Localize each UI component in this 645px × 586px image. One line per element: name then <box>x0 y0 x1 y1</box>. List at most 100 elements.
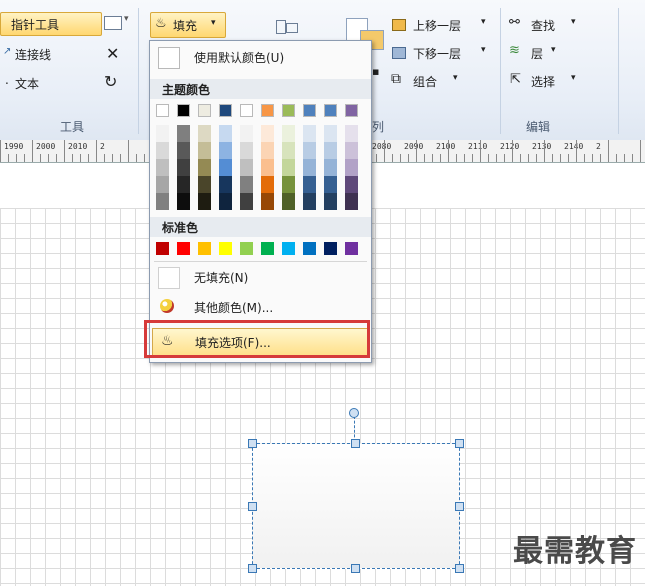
ruler-label: 2140 <box>564 142 584 151</box>
resize-handle[interactable] <box>248 564 257 573</box>
theme-shade-swatch[interactable] <box>219 176 232 193</box>
theme-shade-swatch[interactable] <box>198 142 211 159</box>
theme-color-swatch[interactable] <box>282 104 295 117</box>
pointer-tool-button[interactable]: 指针工具 <box>0 12 102 36</box>
standard-color-swatch[interactable] <box>240 242 253 255</box>
theme-shade-swatch[interactable] <box>219 142 232 159</box>
find-button[interactable]: ⚯ 查找 ▾ <box>506 14 582 36</box>
resize-handle[interactable] <box>455 564 464 573</box>
select-button[interactable]: ⇱ 选择 ▾ <box>506 70 582 92</box>
theme-shade-swatch[interactable] <box>177 125 190 142</box>
theme-shade-swatch[interactable] <box>324 159 337 176</box>
align-icon[interactable] <box>272 20 300 34</box>
connector-button[interactable]: ↗ 连接线 <box>0 42 87 66</box>
theme-shade-swatch[interactable] <box>177 193 190 210</box>
resize-handle[interactable] <box>248 502 257 511</box>
theme-shade-swatch[interactable] <box>303 193 316 210</box>
theme-color-swatch[interactable] <box>156 104 169 117</box>
theme-shade-swatch[interactable] <box>324 125 337 142</box>
standard-color-swatch[interactable] <box>345 242 358 255</box>
theme-shade-swatch[interactable] <box>261 159 274 176</box>
theme-shade-swatch[interactable] <box>240 142 253 159</box>
theme-shade-swatch[interactable] <box>345 125 358 142</box>
theme-shade-swatch[interactable] <box>240 176 253 193</box>
theme-shade-swatch[interactable] <box>156 176 169 193</box>
theme-shade-swatch[interactable] <box>303 176 316 193</box>
rectangle-tool-icon[interactable] <box>104 16 122 30</box>
resize-handle[interactable] <box>248 439 257 448</box>
theme-shade-swatch[interactable] <box>198 125 211 142</box>
standard-color-swatch[interactable] <box>324 242 337 255</box>
theme-shade-swatch[interactable] <box>282 125 295 142</box>
binoculars-icon: ⚯ <box>509 15 520 30</box>
close-icon[interactable]: ✕ <box>106 44 119 63</box>
resize-handle[interactable] <box>455 502 464 511</box>
theme-shade-swatch[interactable] <box>198 159 211 176</box>
theme-color-swatch[interactable] <box>324 104 337 117</box>
standard-color-swatch[interactable] <box>282 242 295 255</box>
standard-color-swatch[interactable] <box>219 242 232 255</box>
theme-shade-swatch[interactable] <box>324 193 337 210</box>
theme-shade-swatch[interactable] <box>345 176 358 193</box>
group-button[interactable]: ⧉ 组合 ▾ <box>388 70 470 92</box>
more-colors-item[interactable]: 其他颜色(M)... <box>150 295 371 319</box>
bring-forward-button[interactable]: 上移一层 ▾ <box>388 14 494 36</box>
theme-shade-swatch[interactable] <box>219 125 232 142</box>
chevron-down-icon[interactable]: ▾ <box>124 14 129 24</box>
fill-button[interactable]: ♨ 填充 ▾ <box>150 12 226 38</box>
theme-shade-swatch[interactable] <box>345 193 358 210</box>
theme-shade-swatch[interactable] <box>324 142 337 159</box>
theme-shade-swatch[interactable] <box>219 159 232 176</box>
theme-shade-swatch[interactable] <box>156 125 169 142</box>
theme-color-swatch[interactable] <box>303 104 316 117</box>
theme-shade-swatch[interactable] <box>156 159 169 176</box>
send-backward-button[interactable]: 下移一层 ▾ <box>388 42 494 64</box>
theme-shade-swatch[interactable] <box>261 193 274 210</box>
standard-color-swatch[interactable] <box>303 242 316 255</box>
no-fill-item[interactable]: 无填充(N) <box>150 265 371 289</box>
theme-shade-swatch[interactable] <box>219 193 232 210</box>
theme-shade-swatch[interactable] <box>156 193 169 210</box>
theme-shade-swatch[interactable] <box>261 176 274 193</box>
resize-handle[interactable] <box>455 439 464 448</box>
theme-shade-swatch[interactable] <box>282 193 295 210</box>
theme-shade-swatch[interactable] <box>177 142 190 159</box>
selected-rectangle-shape[interactable] <box>248 439 464 573</box>
theme-shade-swatch[interactable] <box>177 176 190 193</box>
theme-color-swatch[interactable] <box>240 104 253 117</box>
theme-shade-swatch[interactable] <box>303 159 316 176</box>
standard-color-swatch[interactable] <box>156 242 169 255</box>
theme-color-swatch[interactable] <box>177 104 190 117</box>
text-tool-button[interactable]: . 文本 <box>0 70 87 94</box>
theme-shade-swatch[interactable] <box>240 159 253 176</box>
theme-color-swatch[interactable] <box>261 104 274 117</box>
theme-shade-swatch[interactable] <box>240 125 253 142</box>
theme-shade-swatch[interactable] <box>261 142 274 159</box>
theme-shade-swatch[interactable] <box>303 125 316 142</box>
rotation-handle[interactable] <box>349 408 359 418</box>
theme-shade-swatch[interactable] <box>177 159 190 176</box>
theme-shade-swatch[interactable] <box>240 193 253 210</box>
resize-handle[interactable] <box>351 439 360 448</box>
theme-color-swatch[interactable] <box>219 104 232 117</box>
standard-color-swatch[interactable] <box>177 242 190 255</box>
rotate-icon[interactable]: ↻ <box>104 72 117 91</box>
theme-shade-swatch[interactable] <box>324 176 337 193</box>
theme-shade-swatch[interactable] <box>282 159 295 176</box>
theme-shade-swatch[interactable] <box>198 193 211 210</box>
theme-color-swatch[interactable] <box>198 104 211 117</box>
standard-color-swatch[interactable] <box>198 242 211 255</box>
resize-handle[interactable] <box>351 564 360 573</box>
theme-color-swatch[interactable] <box>345 104 358 117</box>
theme-shade-swatch[interactable] <box>156 142 169 159</box>
theme-shade-swatch[interactable] <box>345 159 358 176</box>
use-default-color-item[interactable]: 使用默认颜色(U) <box>150 45 371 69</box>
theme-shade-swatch[interactable] <box>303 142 316 159</box>
theme-shade-swatch[interactable] <box>198 176 211 193</box>
standard-color-swatch[interactable] <box>261 242 274 255</box>
theme-shade-swatch[interactable] <box>282 142 295 159</box>
theme-shade-swatch[interactable] <box>345 142 358 159</box>
theme-shade-swatch[interactable] <box>282 176 295 193</box>
layers-button[interactable]: ≋ 层 ▾ <box>506 42 568 64</box>
theme-shade-swatch[interactable] <box>261 125 274 142</box>
